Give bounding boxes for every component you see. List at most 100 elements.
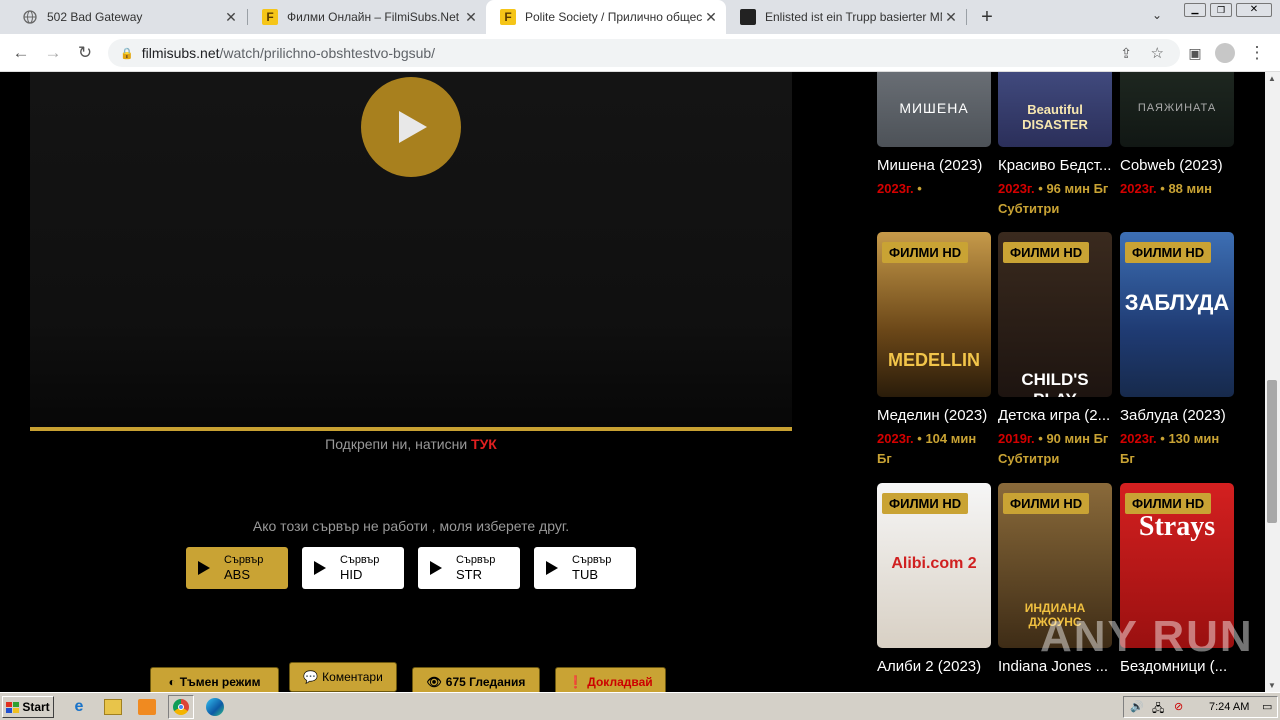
address-bar[interactable]: 🔒 filmisubs.net/watch/prilichno-obshtest… (108, 39, 1180, 67)
movie-title[interactable]: Меделин (2023) (877, 407, 992, 424)
movie-meta: 2023г. • (877, 181, 922, 196)
play-icon (314, 561, 326, 575)
comments-label: Коментари (322, 670, 383, 684)
movie-poster[interactable]: МИШЕНА (877, 72, 991, 147)
ie-icon[interactable]: e (70, 698, 88, 716)
movie-card[interactable]: МИШЕНА Мишена (2023) 2023г. • (877, 72, 991, 219)
movie-poster[interactable]: ФИЛМИ HD MEDELLIN (877, 232, 991, 397)
url-path: /watch/prilichno-obshtestvo-bgsub/ (219, 45, 436, 61)
server-button-tub[interactable]: Сървър TUB (534, 547, 636, 589)
action-center-icon[interactable]: ▭ (1262, 700, 1272, 713)
report-label: Докладвай (587, 675, 653, 689)
movie-title[interactable]: Красиво Бедст... (998, 157, 1113, 174)
profile-avatar-icon[interactable] (1214, 42, 1236, 64)
movie-poster[interactable]: ФИЛМИ HD ЗАБЛУДА (1120, 232, 1234, 397)
scroll-up-icon[interactable]: ▲ (1268, 74, 1276, 83)
tab-title: 502 Bad Gateway (47, 10, 143, 24)
movie-poster[interactable]: ФИЛМИ HD Alibi.com 2 (877, 483, 991, 648)
filmisubs-favicon: F (500, 9, 516, 25)
movie-card[interactable]: ФИЛМИ HD MEDELLIN Меделин (2023) 2023г. … (877, 232, 991, 469)
server-label: Сървър (456, 554, 496, 566)
movie-card[interactable]: Beautiful DISASTER Красиво Бедст... 2023… (998, 72, 1112, 219)
media-player-icon[interactable] (138, 699, 156, 715)
movie-title[interactable]: Алиби 2 (2023) (877, 658, 992, 675)
minimize-button[interactable]: ▁ (1184, 3, 1206, 17)
explorer-icon[interactable] (104, 699, 122, 715)
movie-title[interactable]: Мишена (2023) (877, 157, 992, 174)
movie-year: 2023г. (877, 181, 914, 196)
scroll-down-icon[interactable]: ▼ (1268, 681, 1276, 690)
play-button[interactable] (361, 77, 461, 177)
watermark: ANY RUN (1040, 612, 1254, 661)
server-button-hid[interactable]: Сървър HID (302, 547, 404, 589)
support-link[interactable]: ТУК (471, 436, 497, 452)
movie-year: 2023г. (998, 181, 1035, 196)
poster-text: ЗАБЛУДА (1124, 290, 1230, 315)
page-scrollbar[interactable]: ▲ ▼ (1265, 72, 1280, 692)
volume-icon[interactable]: 🔊 (1130, 700, 1144, 713)
bookmark-star-icon[interactable]: ☆ (1151, 44, 1164, 62)
scrollbar-thumb[interactable] (1267, 380, 1277, 523)
tab-title: Филми Онлайн – FilmiSubs.Net (287, 10, 460, 24)
movie-poster[interactable]: Beautiful DISASTER (998, 72, 1112, 147)
report-button[interactable]: ❗ Докладвай (555, 667, 666, 692)
new-tab-button[interactable]: + (976, 6, 998, 28)
chrome-icon[interactable] (168, 695, 194, 719)
support-text: Подкрепи ни, натисни (325, 436, 468, 452)
contrast-icon: ◐ (168, 675, 176, 689)
start-label: Start (22, 700, 50, 714)
side-panel-icon[interactable]: ▣ (1184, 42, 1206, 64)
close-window-button[interactable]: ✕ (1236, 3, 1272, 17)
movie-card[interactable]: ФИЛМИ HD CHILD'S PLAY Детска игра (2... … (998, 232, 1112, 469)
dark-mode-button[interactable]: ◐ Тъмен режим (150, 667, 279, 692)
support-line: Подкрепи ни, натисни ТУК (30, 436, 792, 452)
movie-poster[interactable]: ПАЯЖИНАТА (1120, 72, 1234, 147)
play-icon (399, 111, 427, 143)
start-button[interactable]: Start (2, 696, 54, 718)
tab-search-button[interactable]: ⌄ (1152, 8, 1162, 22)
close-tab-icon[interactable]: ✕ (222, 9, 240, 26)
movie-card[interactable]: ФИЛМИ HD Alibi.com 2 Алиби 2 (2023) (877, 483, 991, 675)
tab-title: Enlisted ist ein Trupp basierter MMO- (765, 10, 942, 24)
comments-button[interactable]: 💬 Коментари (289, 662, 397, 692)
server-name: TUB (572, 567, 598, 582)
poster-text: МИШЕНА (899, 100, 969, 116)
server-button-abs[interactable]: Сървър ABS (186, 547, 288, 589)
video-player[interactable] (30, 72, 792, 427)
server-name: ABS (224, 567, 251, 582)
play-icon (198, 561, 210, 575)
reload-icon[interactable]: ↻ (74, 42, 96, 64)
movie-title[interactable]: Заблуда (2023) (1120, 407, 1235, 424)
edge-icon[interactable] (206, 698, 224, 716)
server-button-str[interactable]: Сървър STR (418, 547, 520, 589)
movie-title[interactable]: Детска игра (2... (998, 407, 1113, 424)
movie-poster[interactable]: ФИЛМИ HD CHILD'S PLAY (998, 232, 1112, 397)
hd-badge: ФИЛМИ HD (882, 242, 969, 263)
web-page: Подкрепи ни, натисни ТУК Ако този сървър… (0, 72, 1280, 692)
browser-toolbar: ← → ↻ 🔒 filmisubs.net/watch/prilichno-ob… (0, 34, 1280, 72)
movie-card[interactable]: ПАЯЖИНАТА Cobweb (2023) 2023г. • 88 мин (1120, 72, 1234, 219)
tab-filmisubs-home[interactable]: F Филми Онлайн – FilmiSubs.Net ✕ (248, 0, 486, 34)
back-icon[interactable]: ← (10, 42, 32, 64)
url-domain: filmisubs.net (141, 45, 220, 61)
tab-enlisted[interactable]: Enlisted ist ein Trupp basierter MMO- ✕ (726, 0, 966, 34)
close-tab-icon[interactable]: ✕ (942, 9, 960, 26)
forward-icon[interactable]: → (42, 42, 64, 64)
menu-kebab-icon[interactable]: ⋮ (1246, 42, 1268, 64)
views-button[interactable]: 👁 675 Гледания (412, 667, 540, 692)
tab-polite-society[interactable]: F Polite Society / Прилично обществ ✕ (486, 0, 726, 34)
close-tab-icon[interactable]: ✕ (462, 9, 480, 26)
lock-icon: 🔒 (120, 47, 134, 60)
hd-badge: ФИЛМИ HD (1003, 242, 1090, 263)
tab-502[interactable]: 502 Bad Gateway ✕ (8, 0, 246, 34)
maximize-button[interactable]: ❐ (1210, 3, 1232, 17)
network-icon[interactable]: 🖧 (1152, 700, 1164, 719)
alert-tray-icon[interactable]: ⊘ (1174, 700, 1183, 713)
player-progress-bar[interactable] (30, 427, 792, 431)
share-icon[interactable]: ⇪ (1120, 45, 1132, 62)
movie-details: 88 мин (1168, 181, 1212, 196)
movie-title[interactable]: Cobweb (2023) (1120, 157, 1235, 174)
movie-card[interactable]: ФИЛМИ HD ЗАБЛУДА Заблуда (2023) 2023г. •… (1120, 232, 1234, 469)
close-tab-icon[interactable]: ✕ (702, 9, 720, 26)
tab-title: Polite Society / Прилично обществ (525, 10, 702, 24)
